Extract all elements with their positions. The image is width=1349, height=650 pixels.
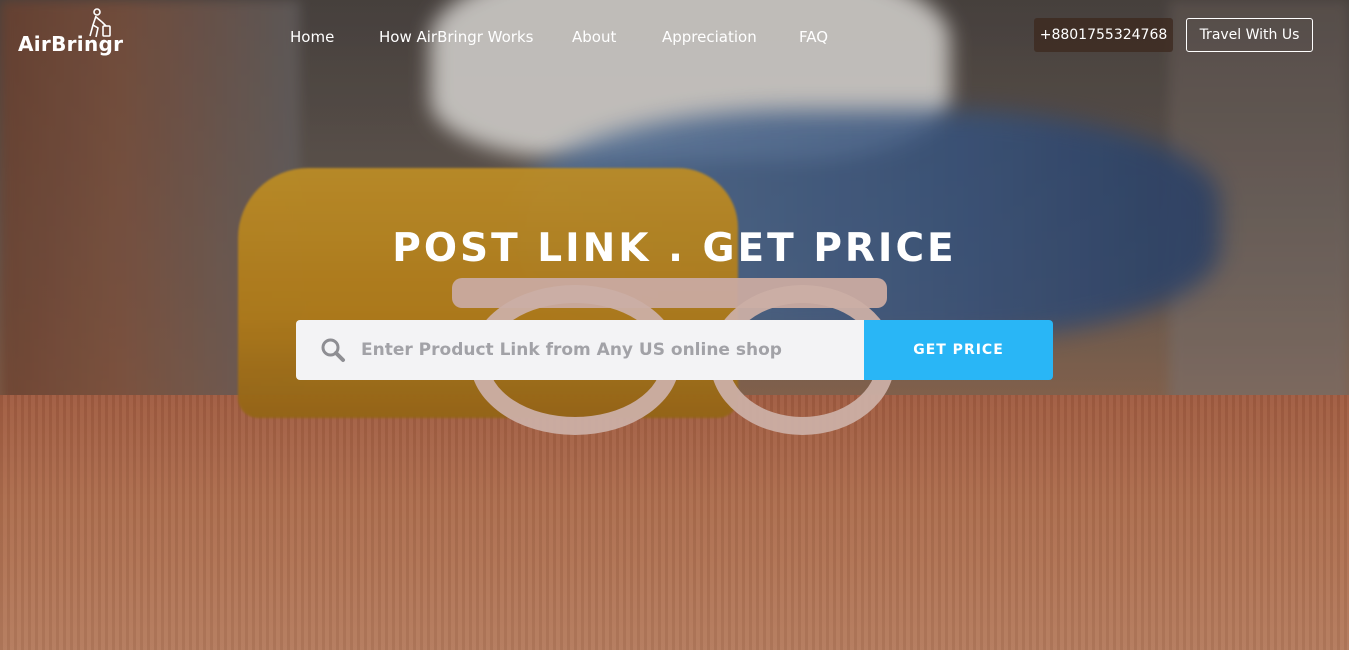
nav-item-appreciation[interactable]: Appreciation (662, 28, 757, 46)
nav-item-home[interactable]: Home (290, 28, 334, 46)
nav-item-faq[interactable]: FAQ (799, 28, 828, 46)
get-price-button[interactable]: GET PRICE (864, 320, 1053, 380)
nav-item-about[interactable]: About (572, 28, 616, 46)
brand-logo[interactable]: AirBringr (18, 8, 123, 54)
product-link-input[interactable] (361, 340, 861, 360)
nav-item-how-it-works[interactable]: How AirBringr Works (379, 28, 533, 46)
search-box (296, 320, 864, 380)
traveler-with-suitcase-icon (89, 8, 111, 38)
hero-headline: POST LINK . GET PRICE (392, 226, 957, 271)
travel-with-us-button[interactable]: Travel With Us (1186, 18, 1313, 52)
product-link-search: GET PRICE (296, 320, 1053, 380)
search-icon (321, 338, 345, 362)
phone-button[interactable]: +8801755324768 (1034, 18, 1173, 52)
